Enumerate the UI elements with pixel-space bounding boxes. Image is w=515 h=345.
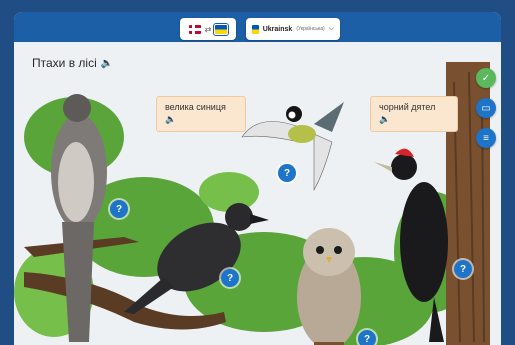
speaker-icon[interactable]: 🔈: [379, 114, 449, 125]
hotspot-great-tit[interactable]: ?: [278, 164, 296, 182]
page-title: Птахи в лісі 🔈: [32, 56, 113, 70]
app-frame: ⇄ Ukrainsk (Українська) ⌵ Птахи в лісі 🔈…: [14, 12, 501, 345]
norway-flag-icon: [188, 24, 201, 34]
speaker-icon[interactable]: 🔈: [101, 58, 113, 69]
swap-arrows-icon: ⇄: [204, 24, 212, 34]
speech-bubble-icon: ▭: [481, 102, 491, 114]
hotspot-hawk[interactable]: ?: [110, 200, 128, 218]
label-great-tit-text: велика синиця: [165, 102, 226, 112]
label-great-tit[interactable]: велика синиця 🔈: [156, 96, 246, 132]
language-pair-toggle[interactable]: ⇄: [180, 18, 236, 40]
page-title-text: Птахи в лісі: [32, 56, 97, 70]
hotspot-crow[interactable]: ?: [221, 269, 239, 287]
top-bar: ⇄ Ukrainsk (Українська) ⌵: [14, 12, 501, 42]
chevron-down-icon: ⌵: [328, 25, 334, 32]
speaker-icon[interactable]: 🔈: [165, 114, 237, 125]
language-select[interactable]: Ukrainsk (Українська) ⌵: [246, 18, 340, 40]
language-select-label: Ukrainsk: [262, 25, 293, 33]
label-black-woodpecker-text: чорний дятел: [379, 102, 436, 112]
scene-canvas: Птахи в лісі 🔈 велика синиця 🔈 чорний дя…: [14, 42, 501, 345]
owl-bird: [297, 228, 361, 345]
language-select-native: (Українська): [296, 26, 325, 32]
list-icon: ≡: [483, 132, 489, 144]
ukraine-flag-icon: [213, 22, 230, 36]
hotspot-woodpecker[interactable]: ?: [454, 260, 472, 278]
forest-illustration: [14, 62, 490, 345]
check-icon: ✓: [481, 72, 491, 84]
chat-button[interactable]: ▭: [476, 98, 496, 118]
label-black-woodpecker[interactable]: чорний дятел 🔈: [370, 96, 458, 132]
check-button[interactable]: ✓: [476, 68, 496, 88]
menu-button[interactable]: ≡: [476, 128, 496, 148]
ukraine-flag-icon: [252, 24, 259, 34]
hotspot-owl[interactable]: ?: [358, 330, 376, 345]
